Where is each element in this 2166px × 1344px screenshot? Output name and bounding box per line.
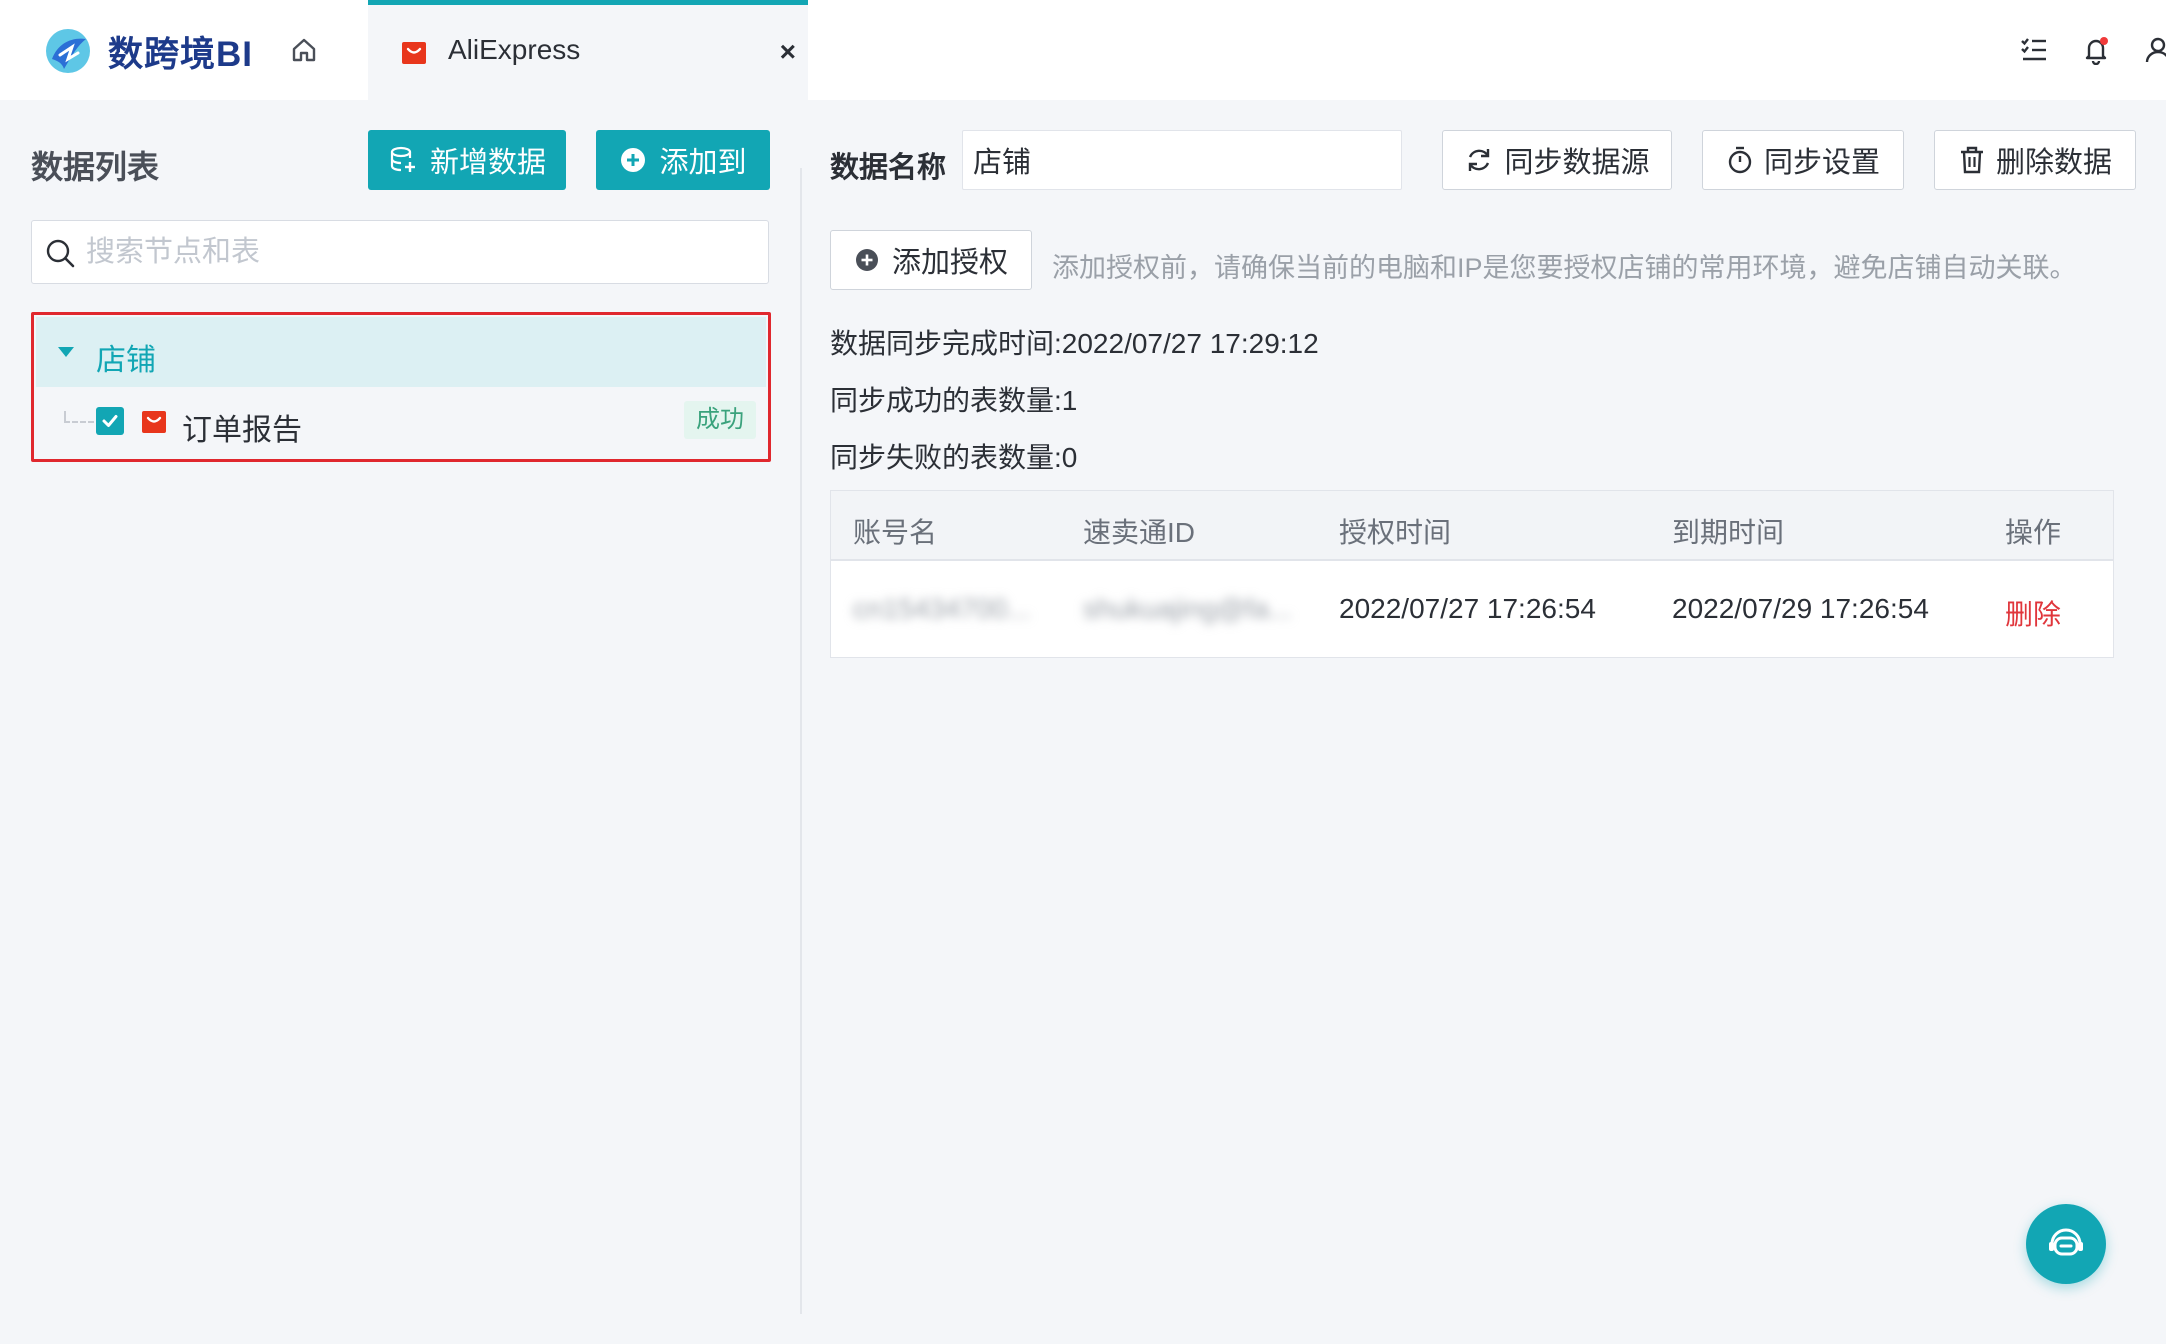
leaf-checkbox[interactable] <box>96 407 124 435</box>
add-authorization-label: 添加授权 <box>891 247 1008 279</box>
table-header: 账号名 速卖通ID 授权时间 到期时间 操作 <box>831 491 2113 561</box>
search-icon <box>46 239 75 268</box>
data-list-panel: 数据列表 新增数据 添加到 店铺 <box>0 100 800 1344</box>
fail-count-label: 同步失败的表数量: <box>830 442 1062 473</box>
plus-circle-icon <box>855 249 878 271</box>
leaf-label: 订单报告 <box>182 414 302 447</box>
table-row: cn15434700... shukuajing@fa... 2022/07/2… <box>831 561 2113 657</box>
fail-count-value: 0 <box>1061 442 1078 473</box>
data-detail-panel: 数据名称 同步数据源 同步设置 删除数据 <box>802 100 2166 1344</box>
user-icon <box>2145 37 2166 63</box>
aliexpress-bag-icon <box>402 42 426 64</box>
task-list-button[interactable] <box>2016 32 2052 68</box>
notification-button[interactable] <box>2078 32 2114 68</box>
tab-label: AliExpress <box>448 34 581 65</box>
app-logo[interactable]: 数跨境BI <box>42 24 253 78</box>
auth-time-cell: 2022/07/27 17:26:54 <box>1339 593 1596 624</box>
delete-row-link[interactable]: 删除 <box>2005 593 2061 633</box>
column-header: 授权时间 <box>1339 517 1452 548</box>
tree-node-store[interactable]: 店铺 <box>36 317 766 387</box>
tab-aliexpress[interactable]: AliExpress × <box>368 0 808 100</box>
task-list-icon <box>2021 38 2046 61</box>
search-box <box>31 220 769 284</box>
database-add-icon <box>390 146 415 172</box>
timer-icon <box>1728 146 1752 174</box>
search-input[interactable] <box>86 221 756 283</box>
logo-mark-icon <box>46 29 90 73</box>
trash-icon <box>1960 146 1983 174</box>
plus-circle-icon <box>621 148 646 172</box>
status-badge: 成功 <box>684 401 756 439</box>
add-to-label: 添加到 <box>659 147 747 179</box>
success-count-label: 同步成功的表数量: <box>830 385 1062 416</box>
user-button[interactable] <box>2140 32 2166 68</box>
top-bar: 数跨境BI AliExpress × <box>0 0 2166 100</box>
delete-data-label: 删除数据 <box>1995 147 2112 179</box>
bell-icon <box>2085 37 2108 65</box>
add-to-button[interactable]: 添加到 <box>596 130 770 190</box>
aliexpress-bag-icon <box>142 411 166 433</box>
sync-time-label: 数据同步完成时间: <box>830 328 1062 359</box>
chat-headset-icon <box>2049 1228 2083 1256</box>
add-data-button[interactable]: 新增数据 <box>368 130 566 190</box>
checkmark-icon <box>102 415 118 427</box>
add-authorization-button[interactable]: 添加授权 <box>830 230 1032 290</box>
caret-down-icon[interactable] <box>58 347 74 357</box>
sync-source-button[interactable]: 同步数据源 <box>1442 130 1672 190</box>
fail-count-row: 同步失败的表数量:0 <box>830 436 1077 476</box>
column-header: 操作 <box>2005 517 2062 548</box>
panel-title: 数据列表 <box>31 149 160 185</box>
expire-time-cell: 2022/07/29 17:26:54 <box>1672 593 1929 624</box>
authorization-hint: 添加授权前，请确保当前的电脑和IP是您要授权店铺的常用环境，避免店铺自动关联。 <box>1052 253 2077 283</box>
tree-leaf-order-report[interactable]: 订单报告 成功 <box>36 387 766 457</box>
home-button[interactable] <box>286 32 322 68</box>
column-header: 到期时间 <box>1672 517 1785 548</box>
home-icon <box>292 38 316 62</box>
success-count-value: 1 <box>1061 385 1078 416</box>
sync-time-row: 数据同步完成时间:2022/07/27 17:29:12 <box>830 322 1319 362</box>
sync-settings-label: 同步设置 <box>1763 147 1880 179</box>
account-name-cell: cn15434700... <box>853 593 1031 624</box>
refresh-icon <box>1469 149 1490 171</box>
delete-data-button[interactable]: 删除数据 <box>1934 130 2136 190</box>
authorization-table: 账号名 速卖通ID 授权时间 到期时间 操作 cn15434700... shu… <box>830 490 2114 658</box>
sync-time-value: 2022/07/27 17:29:12 <box>1061 328 1319 359</box>
add-data-label: 新增数据 <box>429 147 546 179</box>
tree-connector <box>64 421 94 423</box>
sync-source-label: 同步数据源 <box>1504 147 1650 179</box>
column-header: 账号名 <box>853 517 938 548</box>
success-count-row: 同步成功的表数量:1 <box>830 379 1077 419</box>
data-name-label: 数据名称 <box>830 152 947 184</box>
aliexpress-id-cell: shukuajing@fa... <box>1083 593 1292 624</box>
data-name-input[interactable] <box>962 130 1402 190</box>
logo-text: 数跨境BI <box>108 34 254 74</box>
data-tree: 店铺 订单报告 成功 <box>31 312 771 462</box>
customer-service-button[interactable] <box>2026 1204 2106 1284</box>
sync-settings-button[interactable]: 同步设置 <box>1702 130 1904 190</box>
tree-node-label: 店铺 <box>96 344 156 377</box>
tab-close-button[interactable]: × <box>780 35 796 69</box>
column-header: 速卖通ID <box>1083 517 1196 548</box>
